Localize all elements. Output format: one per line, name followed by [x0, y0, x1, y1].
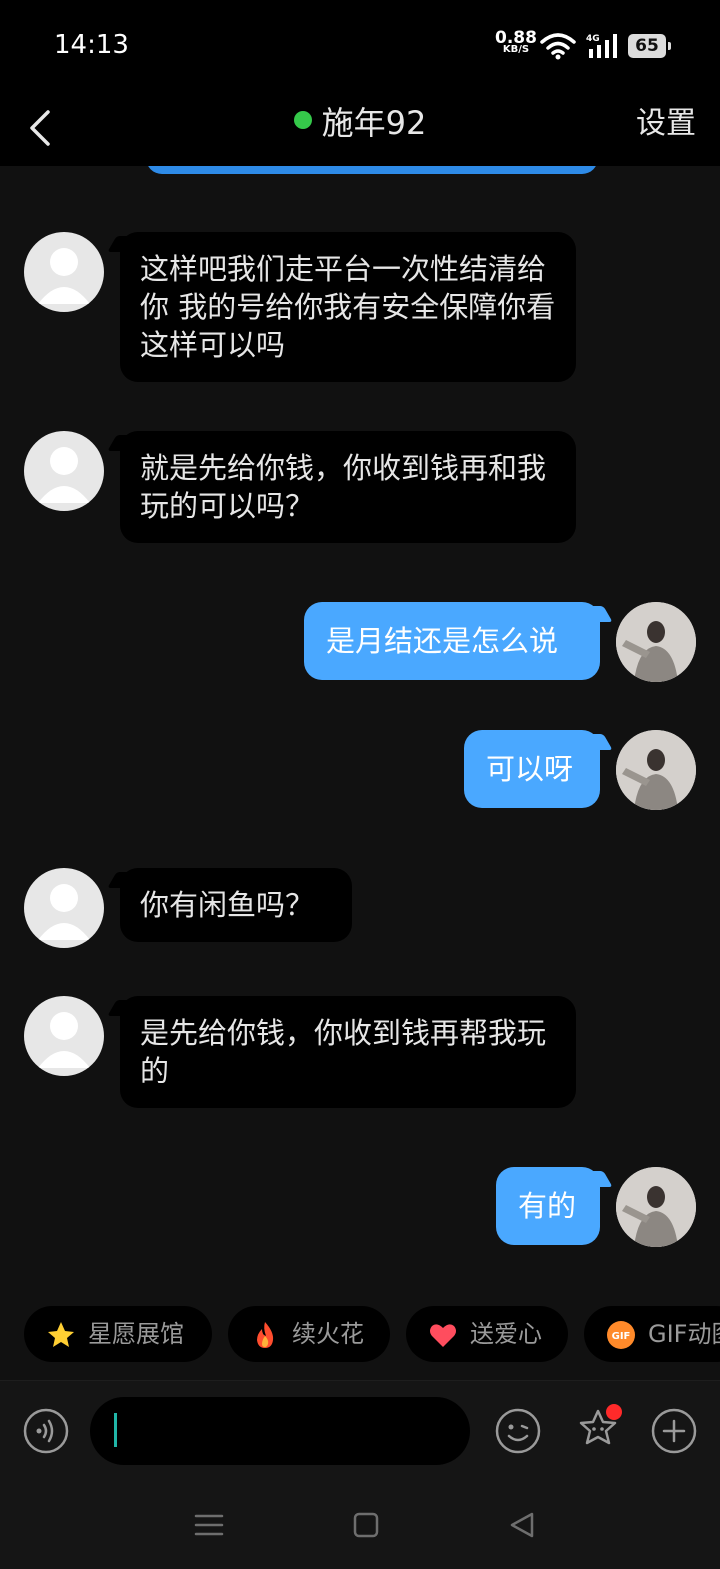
message-text: 你有闲鱼吗？: [140, 888, 315, 922]
quick-action-bar: 星愿展馆 续火花 送爱心 GIF GIF动图: [0, 1306, 720, 1364]
network-speed-value: 0.88: [495, 28, 537, 48]
quick-action-gif[interactable]: GIF GIF动图: [584, 1306, 720, 1362]
message-input-bar: [0, 1380, 720, 1481]
contact-avatar[interactable]: [24, 232, 104, 312]
message-text: 这样吧我们走平台一次性结清给你 我的号给你我有安全保障你看这样可以吗: [140, 252, 556, 362]
default-avatar-icon: [38, 447, 90, 503]
user-photo-avatar: [616, 602, 696, 682]
chevron-left-icon: [30, 110, 50, 146]
quick-action-star-gallery[interactable]: 星愿展馆: [24, 1306, 212, 1362]
my-avatar[interactable]: [616, 730, 696, 810]
message-bubble-outgoing[interactable]: 可以呀: [464, 730, 600, 808]
message-text: 可以呀: [486, 752, 574, 786]
default-avatar-icon: [38, 1012, 90, 1068]
status-time: 14:13: [54, 30, 129, 60]
menu-nav-button[interactable]: [192, 1508, 226, 1542]
user-photo-avatar: [616, 1167, 696, 1247]
chat-header: 施年92 设置: [0, 90, 720, 166]
message-bubble-outgoing[interactable]: 有的: [496, 1167, 600, 1245]
battery-icon: 65: [628, 34, 671, 58]
my-avatar[interactable]: [616, 602, 696, 682]
message-bubble-incoming[interactable]: 这样吧我们走平台一次性结清给你 我的号给你我有安全保障你看这样可以吗: [120, 232, 576, 382]
emoji-button[interactable]: [494, 1407, 542, 1455]
heart-icon: [430, 1324, 456, 1347]
quick-action-label: 送爱心: [470, 1320, 542, 1348]
quick-action-label: GIF动图: [648, 1320, 720, 1348]
message-bubble-incoming[interactable]: 你有闲鱼吗？: [120, 868, 352, 942]
previous-message-bubble[interactable]: [146, 166, 598, 174]
network-type-label: 4G: [586, 34, 600, 44]
text-cursor: [114, 1413, 117, 1447]
contact-avatar[interactable]: [24, 868, 104, 948]
add-more-button[interactable]: [650, 1407, 698, 1455]
voice-input-button[interactable]: [22, 1407, 70, 1455]
battery-level: 65: [635, 36, 659, 56]
quick-action-spark[interactable]: 续火花: [228, 1306, 390, 1362]
message-list[interactable]: 这样吧我们走平台一次性结清给你 我的号给你我有安全保障你看这样可以吗 就是先给你…: [0, 166, 720, 1296]
back-nav-button[interactable]: [506, 1508, 540, 1542]
message-bubble-incoming[interactable]: 是先给你钱，你收到钱再帮我玩的: [120, 996, 576, 1108]
online-status-dot: [293, 111, 312, 129]
wifi-icon: [540, 33, 576, 60]
contact-avatar[interactable]: [24, 996, 104, 1076]
back-button[interactable]: [18, 104, 66, 152]
user-photo-avatar: [616, 730, 696, 810]
flame-icon: [257, 1322, 274, 1348]
settings-button[interactable]: 设置: [636, 102, 696, 146]
message-bubble-outgoing[interactable]: 是月结还是怎么说: [304, 602, 600, 680]
message-text: 就是先给你钱，你收到钱再和我玩的可以吗？: [140, 451, 547, 523]
message-input[interactable]: [90, 1397, 470, 1465]
message-text: 是先给你钱，你收到钱再帮我玩的: [140, 1016, 547, 1088]
chat-title-group: 施年92: [0, 90, 720, 156]
gif-badge-text: GIF: [612, 1331, 631, 1342]
home-nav-button[interactable]: [349, 1508, 383, 1542]
sticker-star-button[interactable]: [572, 1403, 624, 1455]
quick-action-label: 续火花: [292, 1320, 364, 1348]
message-bubble-incoming[interactable]: 就是先给你钱，你收到钱再和我玩的可以吗？: [120, 431, 576, 543]
star-icon: [48, 1322, 74, 1347]
network-speed: 0.88 KB/S: [494, 28, 538, 56]
gif-icon: GIF: [607, 1321, 635, 1349]
message-text: 是月结还是怎么说: [326, 624, 559, 658]
contact-avatar[interactable]: [24, 431, 104, 511]
default-avatar-icon: [38, 248, 90, 304]
cellular-signal-icon: 4G: [586, 34, 617, 58]
message-text: 有的: [518, 1189, 577, 1223]
my-avatar[interactable]: [616, 1167, 696, 1247]
quick-action-label: 星愿展馆: [88, 1320, 184, 1348]
quick-action-send-heart[interactable]: 送爱心: [406, 1306, 568, 1362]
default-avatar-icon: [38, 884, 90, 940]
system-navigation-bar: [0, 1480, 720, 1569]
chat-title: 施年92: [321, 104, 427, 142]
notification-dot: [606, 1404, 622, 1420]
status-bar: 14:13 0.88 KB/S 4G 65: [0, 0, 720, 90]
